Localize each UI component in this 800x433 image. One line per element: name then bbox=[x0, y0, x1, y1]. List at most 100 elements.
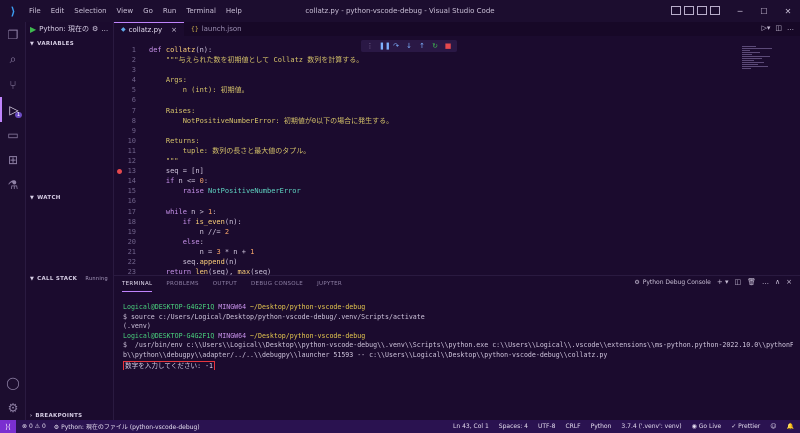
code-line[interactable]: 19 n //= 2 bbox=[114, 227, 724, 237]
tab-debug-console[interactable]: DEBUG CONSOLE bbox=[251, 276, 303, 292]
menu-view[interactable]: View bbox=[112, 0, 139, 22]
code-line[interactable]: 2 """与えられた数を初期値として Collatz 数列を計算する。 bbox=[114, 55, 724, 65]
new-terminal-icon[interactable]: + ▾ bbox=[717, 278, 729, 286]
code-token: n //= bbox=[149, 227, 225, 236]
call-stack-state: Running bbox=[85, 275, 108, 282]
search-icon[interactable]: ⌕ bbox=[0, 47, 26, 72]
split-editor-icon[interactable]: ◫ bbox=[775, 24, 782, 32]
kill-terminal-icon[interactable]: 🗑 bbox=[747, 278, 756, 286]
input-prompt-highlight[interactable]: 数字を入力してください: -1 bbox=[123, 360, 216, 371]
minimap[interactable] bbox=[742, 46, 782, 86]
code-line[interactable]: 10 Returns: bbox=[114, 136, 724, 146]
code-area[interactable]: 1 def collatz(n): 2 """与えられた数を初期値として Colla… bbox=[114, 45, 724, 277]
extensions-icon[interactable]: ⊞ bbox=[0, 147, 26, 172]
terminal-output[interactable]: Logical@DESKTOP-G4G2F1Q MINGW64 ~/Deskto… bbox=[123, 303, 793, 371]
code-line[interactable]: 12 """ bbox=[114, 156, 724, 166]
code-line[interactable]: 4 Args: bbox=[114, 75, 724, 85]
toggle-secondary-sidebar-icon[interactable] bbox=[697, 6, 707, 15]
code-line[interactable]: 8 NotPositiveNumberError: 初期値が0以下の場合に発生す… bbox=[114, 116, 724, 126]
debug-config-status[interactable]: ⚙ Python: 現在のファイル (python-vscode-debug) bbox=[54, 422, 200, 431]
indentation[interactable]: Spaces: 4 bbox=[499, 423, 528, 430]
menu-terminal[interactable]: Terminal bbox=[181, 0, 221, 22]
testing-icon[interactable]: ⚗ bbox=[0, 172, 26, 197]
split-terminal-icon[interactable]: ◫ bbox=[734, 278, 741, 286]
language-mode[interactable]: Python bbox=[591, 423, 612, 430]
notifications-icon[interactable]: 🔔 bbox=[787, 423, 794, 430]
code-line[interactable]: 3 bbox=[114, 65, 724, 75]
code-line[interactable]: 13 seq = [n] bbox=[114, 166, 724, 176]
encoding[interactable]: UTF-8 bbox=[538, 423, 556, 430]
minimize-icon[interactable]: ─ bbox=[728, 7, 752, 16]
code-line[interactable]: 5 n (int): 初期値。 bbox=[114, 85, 724, 95]
more-actions-icon[interactable]: … bbox=[787, 24, 794, 32]
toggle-sidebar-icon[interactable] bbox=[671, 6, 681, 15]
code-line[interactable]: 6 bbox=[114, 95, 724, 105]
terminal-token: ~/Desktop/python-vscode-debug bbox=[250, 331, 366, 340]
customize-layout-icon[interactable] bbox=[710, 6, 720, 15]
start-debugging-icon[interactable]: ▶ bbox=[30, 25, 36, 34]
feedback-icon[interactable]: ☺ bbox=[770, 423, 776, 430]
source-control-icon[interactable]: ⑂ bbox=[0, 72, 26, 97]
code-line[interactable]: 22 seq.append(n) bbox=[114, 257, 724, 267]
tab-launch-json[interactable]: {} launch.json bbox=[184, 22, 249, 36]
code-line[interactable]: 7 Raises: bbox=[114, 106, 724, 116]
status-bar: ⟩⟨ ⊗ 0 ⚠ 0 ⚙ Python: 現在のファイル (python-vsc… bbox=[0, 420, 800, 433]
menu-run[interactable]: Run bbox=[158, 0, 181, 22]
chevron-right-icon: › bbox=[30, 412, 33, 419]
code-line[interactable]: 20 else: bbox=[114, 237, 724, 247]
code-line[interactable]: 17 while n > 1: bbox=[114, 207, 724, 217]
config-gear-icon[interactable]: ⚙ bbox=[92, 25, 98, 33]
maximize-panel-icon[interactable]: ∧ bbox=[775, 278, 780, 286]
code-line[interactable]: 21 n = 3 * n + 1 bbox=[114, 247, 724, 257]
problems-indicator[interactable]: ⊗ 0 ⚠ 0 bbox=[22, 423, 46, 430]
variables-section-header[interactable]: ▼ VARIABLES bbox=[26, 38, 114, 49]
manage-gear-icon[interactable]: ⚙ bbox=[0, 395, 26, 420]
code-line[interactable]: 16 bbox=[114, 196, 724, 206]
code-line[interactable]: 15 raise NotPositiveNumberError bbox=[114, 186, 724, 196]
explorer-icon[interactable]: ❐ bbox=[0, 22, 26, 47]
python-interpreter[interactable]: 3.7.4 ('.venv': venv) bbox=[621, 423, 681, 430]
menu-file[interactable]: File bbox=[24, 0, 46, 22]
more-icon[interactable]: … bbox=[101, 25, 108, 33]
remote-explorer-icon[interactable]: ▭ bbox=[0, 122, 26, 147]
menu-help[interactable]: Help bbox=[221, 0, 247, 22]
layout-controls bbox=[671, 6, 720, 15]
tab-problems[interactable]: PROBLEMS bbox=[166, 276, 198, 292]
code-token: else bbox=[149, 237, 200, 246]
code-line[interactable]: 18 if is_even(n): bbox=[114, 217, 724, 227]
menu-go[interactable]: Go bbox=[138, 0, 158, 22]
go-live-button[interactable]: ◉ Go Live bbox=[692, 423, 722, 430]
end-of-line[interactable]: CRLF bbox=[565, 423, 580, 430]
tab-jupyter[interactable]: JUPYTER bbox=[317, 276, 342, 292]
code-line[interactable]: 9 bbox=[114, 126, 724, 136]
menu-selection[interactable]: Selection bbox=[69, 0, 111, 22]
code-line[interactable]: 1 def collatz(n): bbox=[114, 45, 724, 55]
close-panel-icon[interactable]: × bbox=[786, 278, 792, 286]
tab-terminal[interactable]: TERMINAL bbox=[122, 276, 153, 292]
code-line[interactable]: 11 tuple: 数列の長さと最大値のタプル。 bbox=[114, 146, 724, 156]
prettier-status[interactable]: ✓ Prettier bbox=[731, 423, 760, 430]
more-icon[interactable]: … bbox=[762, 278, 769, 286]
menu-edit[interactable]: Edit bbox=[46, 0, 70, 22]
run-file-icon[interactable]: ▷▾ bbox=[761, 24, 770, 32]
close-window-icon[interactable]: ✕ bbox=[776, 7, 800, 16]
account-icon[interactable]: ◯ bbox=[0, 370, 26, 395]
terminal-input-line[interactable]: 数字を入力してください: -1 bbox=[123, 360, 793, 371]
cursor-position[interactable]: Ln 43, Col 1 bbox=[453, 423, 489, 430]
title-bar: ⟩ File Edit Selection View Go Run Termin… bbox=[0, 0, 800, 22]
tab-output[interactable]: OUTPUT bbox=[213, 276, 237, 292]
run-config-select[interactable]: Python: 現在の bbox=[39, 24, 89, 34]
tab-collatz-py[interactable]: ◆ collatz.py × bbox=[114, 22, 185, 36]
close-tab-icon[interactable]: × bbox=[171, 26, 177, 34]
activity-bar-bottom: ◯ ⚙ bbox=[0, 370, 26, 420]
code-line[interactable]: 14 if n <= 0: bbox=[114, 176, 724, 186]
maximize-icon[interactable]: ☐ bbox=[752, 7, 776, 16]
watch-section-header[interactable]: ▼ WATCH bbox=[26, 192, 114, 203]
call-stack-section-header[interactable]: ▼ CALL STACK Running bbox=[26, 273, 114, 284]
toggle-panel-icon[interactable] bbox=[684, 6, 694, 15]
editor-tabs: ◆ collatz.py × {} launch.json bbox=[114, 22, 800, 36]
remote-icon[interactable]: ⟩⟨ bbox=[0, 420, 16, 433]
line-number: 12 bbox=[127, 157, 136, 166]
terminal-select[interactable]: ⚙ Python Debug Console bbox=[634, 279, 711, 286]
run-debug-icon[interactable]: ▷ 1 bbox=[0, 97, 26, 122]
